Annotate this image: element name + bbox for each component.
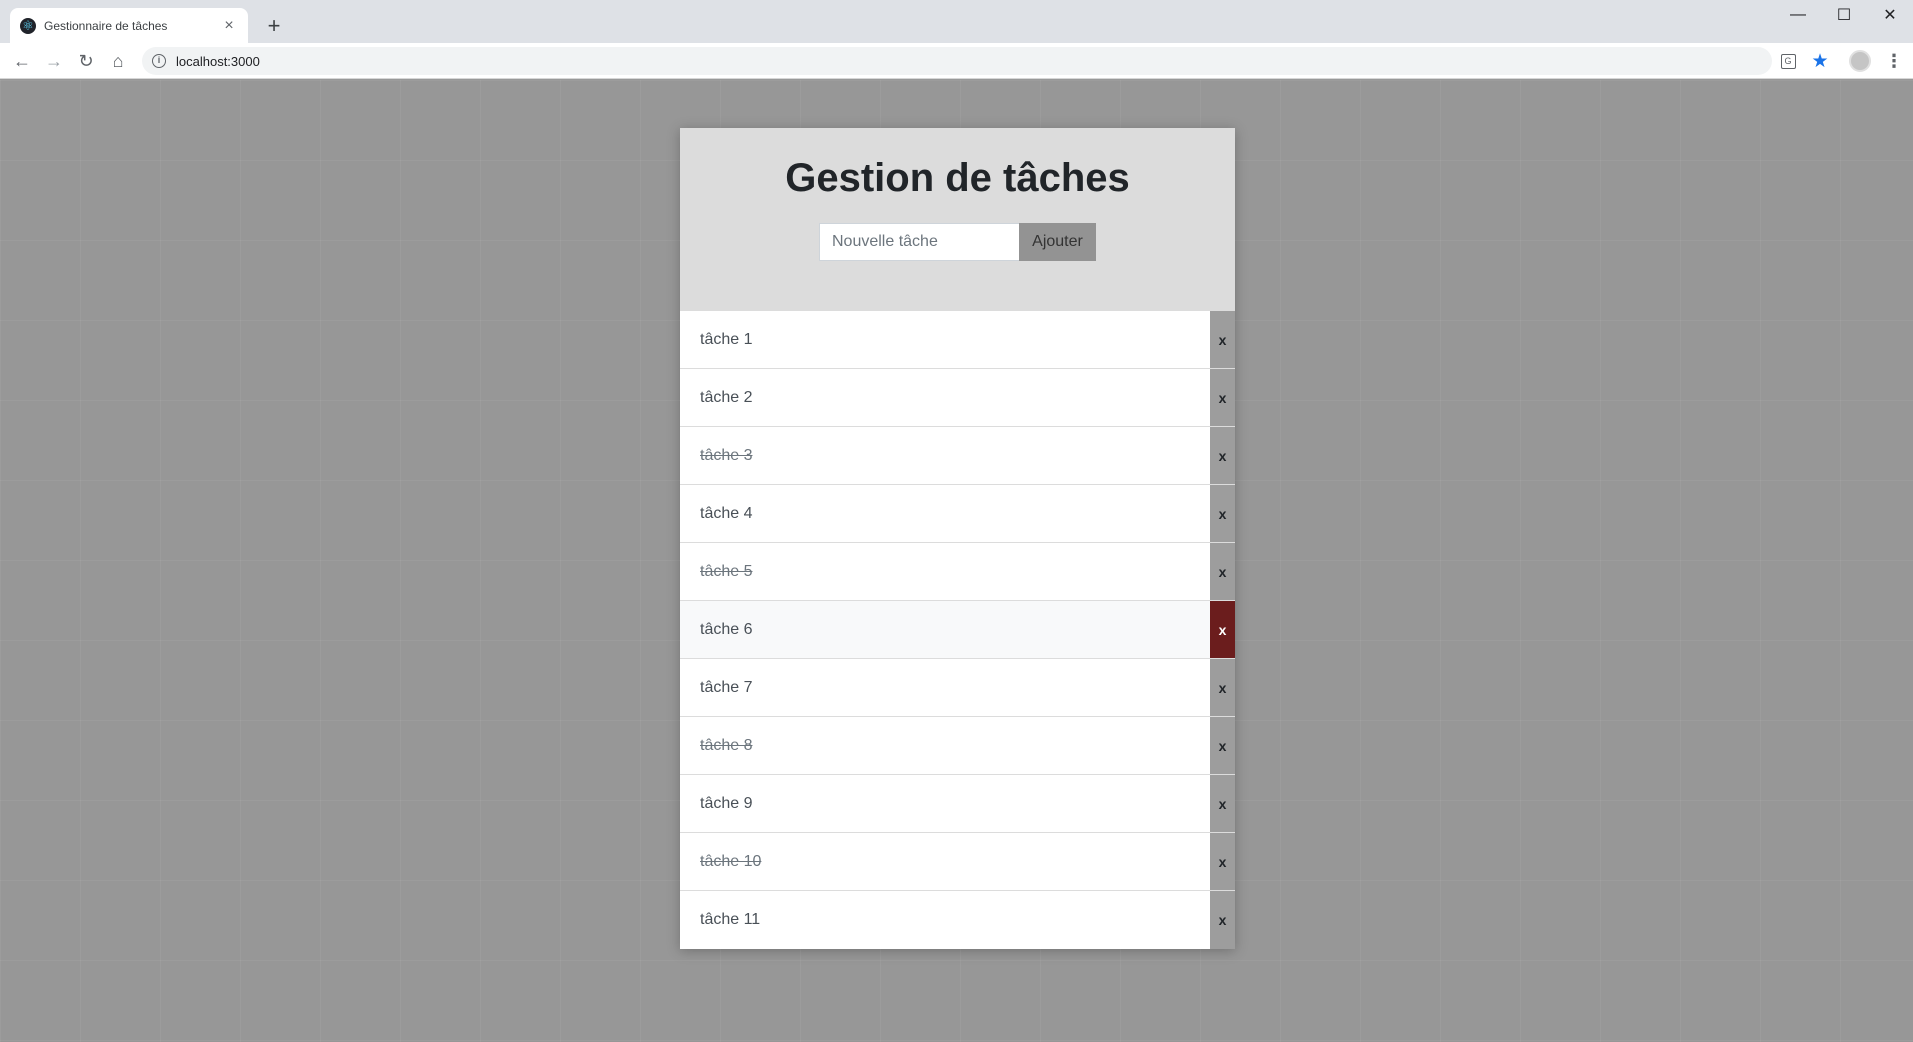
- delete-task-button[interactable]: x: [1210, 833, 1235, 890]
- home-icon[interactable]: ⌂: [104, 47, 132, 75]
- window-controls: — ☐ ✕: [1775, 0, 1913, 30]
- task-item[interactable]: tâche 3x: [680, 427, 1235, 485]
- task-label[interactable]: tâche 1: [680, 311, 1210, 368]
- maximize-icon[interactable]: ☐: [1821, 0, 1867, 30]
- task-item[interactable]: tâche 5x: [680, 543, 1235, 601]
- back-icon[interactable]: ←: [8, 47, 36, 75]
- reload-icon[interactable]: ↻: [72, 47, 100, 75]
- task-label[interactable]: tâche 10: [680, 833, 1210, 890]
- plus-icon[interactable]: +: [260, 12, 288, 40]
- translate-icon: G: [1780, 53, 1796, 69]
- task-item[interactable]: tâche 4x: [680, 485, 1235, 543]
- avatar-icon: [1849, 50, 1871, 72]
- delete-task-button[interactable]: x: [1210, 775, 1235, 832]
- delete-task-button[interactable]: x: [1210, 543, 1235, 600]
- address-bar[interactable]: i localhost:3000: [142, 47, 1772, 75]
- task-item[interactable]: tâche 7x: [680, 659, 1235, 717]
- tab-title: Gestionnaire de tâches: [44, 18, 168, 33]
- delete-task-button[interactable]: x: [1210, 427, 1235, 484]
- task-label[interactable]: tâche 2: [680, 369, 1210, 426]
- delete-task-button[interactable]: x: [1210, 369, 1235, 426]
- browser-tab[interactable]: ⚛ Gestionnaire de tâches ×: [10, 8, 248, 43]
- task-item[interactable]: tâche 10 x: [680, 833, 1235, 891]
- add-task-button[interactable]: Ajouter: [1019, 223, 1096, 261]
- task-item[interactable]: tâche 8x: [680, 717, 1235, 775]
- translate-button[interactable]: G: [1774, 47, 1802, 75]
- task-item[interactable]: tâche 11 x: [680, 891, 1235, 949]
- react-icon: ⚛: [20, 17, 36, 34]
- new-task-input[interactable]: [819, 223, 1019, 261]
- page-title: Gestion de tâches: [785, 156, 1130, 200]
- forward-icon[interactable]: →: [40, 47, 68, 75]
- delete-task-button[interactable]: x: [1210, 717, 1235, 774]
- add-task-form: Ajouter: [819, 223, 1096, 261]
- page-background: Gestion de tâches Ajouter tâche 1xtâche …: [0, 80, 1913, 1042]
- task-list: tâche 1 x tâche 2 x tâche 3 x tâche 4 x tâche 5x…: [680, 311, 1235, 949]
- task-item[interactable]: tâche 1x: [680, 311, 1235, 369]
- menu-button[interactable]: ⋮: [1880, 47, 1908, 75]
- task-item[interactable]: tâche 6x: [680, 601, 1235, 659]
- task-label[interactable]: tâche 3: [680, 427, 1210, 484]
- task-label[interactable]: tâche 5: [680, 543, 1210, 600]
- delete-task-button[interactable]: x: [1210, 891, 1235, 949]
- browser-tab-bar: ⚛ Gestionnaire de tâches × + — ☐ ✕: [0, 0, 1913, 43]
- minimize-icon[interactable]: —: [1775, 0, 1821, 30]
- card-header: Gestion de tâches Ajouter: [680, 128, 1235, 311]
- window-close-icon[interactable]: ✕: [1867, 0, 1913, 30]
- profile-button[interactable]: [1846, 47, 1874, 75]
- task-item[interactable]: tâche 2x: [680, 369, 1235, 427]
- task-label[interactable]: tâche 7: [680, 659, 1210, 716]
- delete-task-button[interactable]: x: [1210, 601, 1235, 658]
- star-icon: ★: [1811, 50, 1829, 72]
- delete-task-button[interactable]: x: [1210, 485, 1235, 542]
- task-label[interactable]: tâche 9: [680, 775, 1210, 832]
- bookmark-button[interactable]: ★: [1806, 47, 1834, 75]
- task-item[interactable]: tâche 9x: [680, 775, 1235, 833]
- task-label[interactable]: tâche 4: [680, 485, 1210, 542]
- task-manager-card: Gestion de tâches Ajouter tâche 1xtâche …: [680, 128, 1235, 949]
- delete-task-button[interactable]: x: [1210, 659, 1235, 716]
- close-icon[interactable]: ×: [220, 17, 238, 35]
- info-icon[interactable]: i: [152, 54, 166, 68]
- browser-toolbar: ← → ↻ ⌂ i localhost:3000 G ★ ⋮: [0, 43, 1913, 79]
- url-text: localhost:3000: [176, 53, 260, 69]
- task-label[interactable]: tâche 6: [680, 601, 1210, 658]
- delete-task-button[interactable]: x: [1210, 311, 1235, 368]
- task-label[interactable]: tâche 8: [680, 717, 1210, 774]
- menu-icon: ⋮: [1885, 50, 1903, 71]
- task-label[interactable]: tâche 11: [680, 891, 1210, 949]
